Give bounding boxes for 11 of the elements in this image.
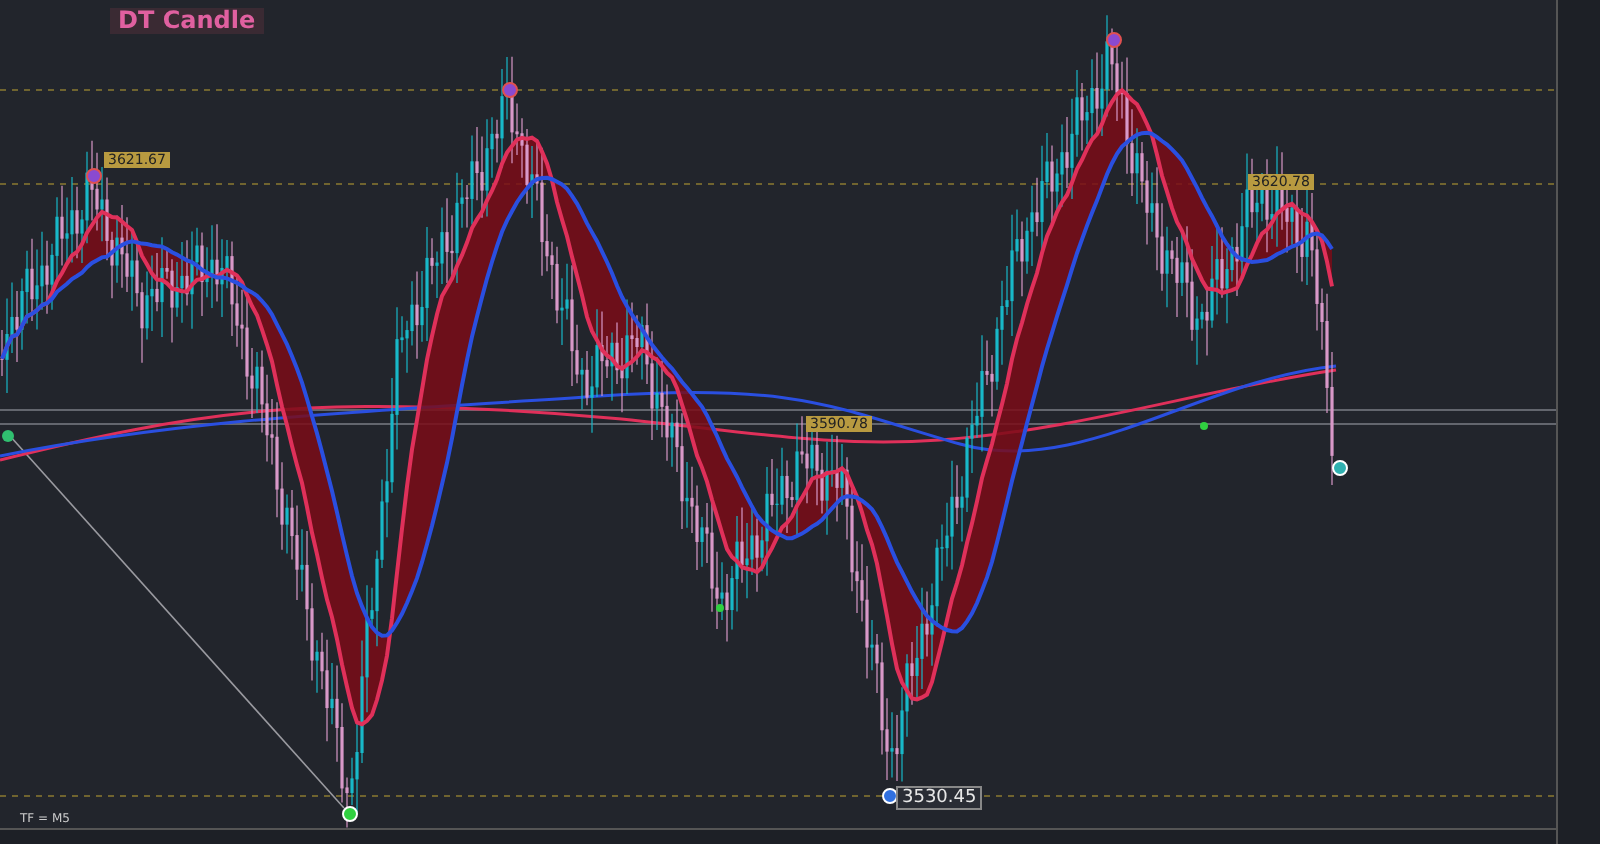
swing-marker: [1200, 422, 1208, 430]
swing-marker: [502, 82, 518, 98]
indicator-title: DT Candle: [110, 8, 264, 34]
price-label: 3530.45: [896, 786, 983, 810]
swing-marker: [882, 788, 898, 804]
swing-marker: [342, 806, 358, 822]
swing-marker: [86, 168, 102, 184]
swing-marker: [1106, 32, 1122, 48]
swing-marker: [716, 604, 724, 612]
swing-marker: [2, 430, 14, 442]
swing-marker: [1332, 460, 1348, 476]
